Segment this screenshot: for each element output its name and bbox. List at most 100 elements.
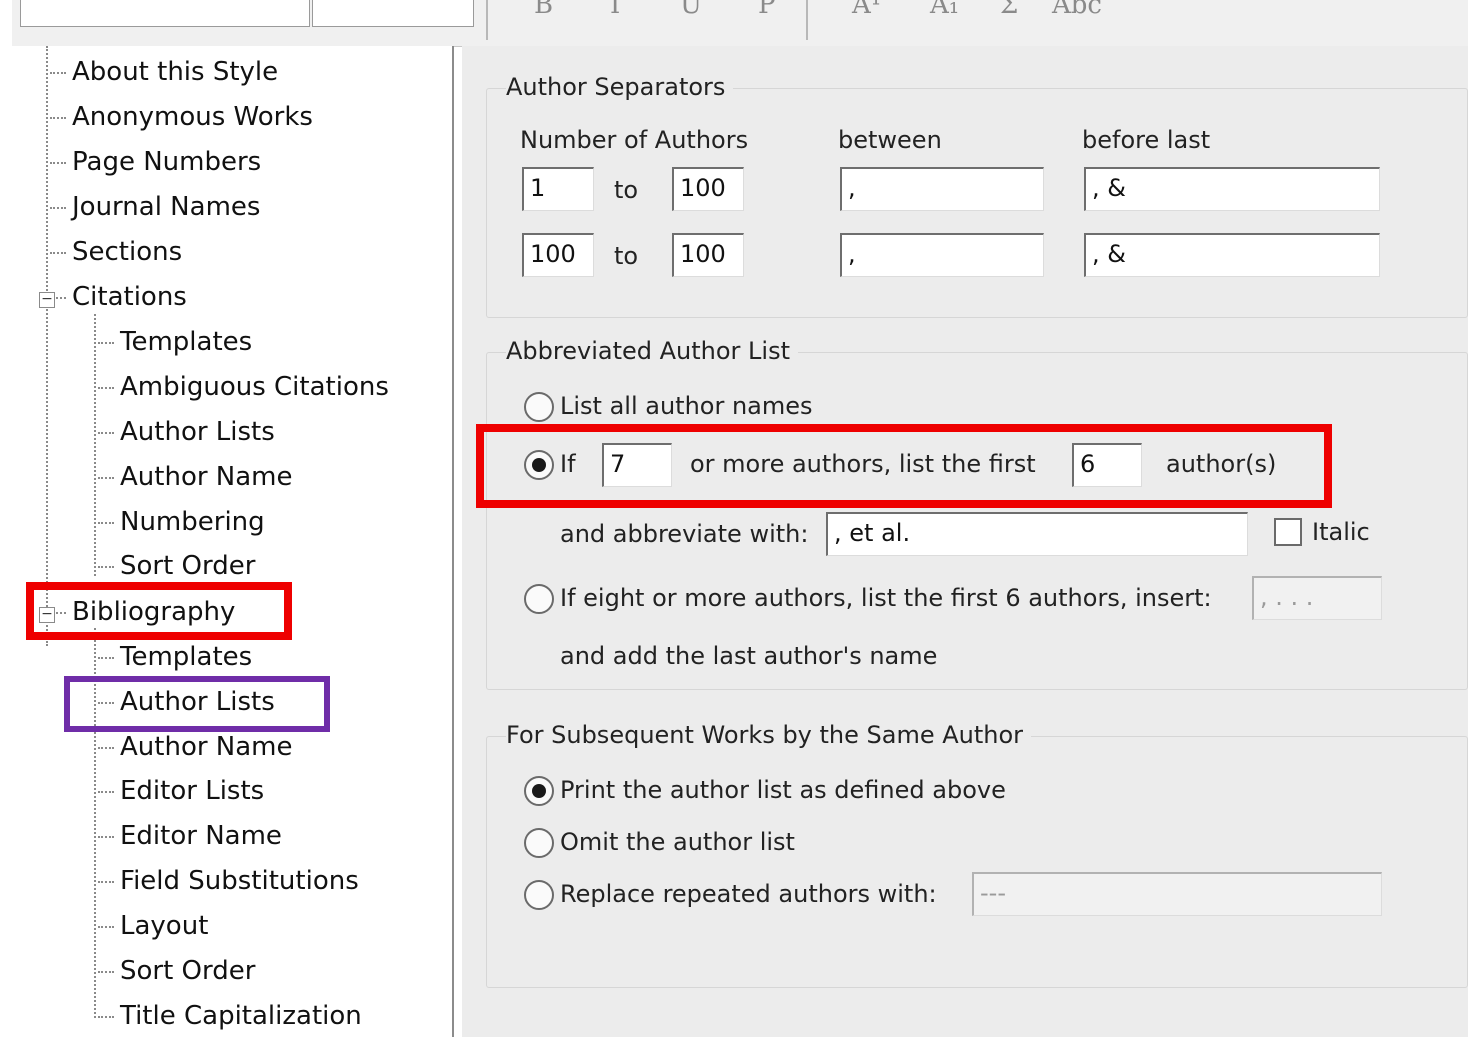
tree-item-bibliography-author-name[interactable]: Author Name: [98, 727, 293, 767]
tree-item-journal-names[interactable]: Journal Names: [50, 187, 260, 227]
tree-item-label: Author Name: [120, 732, 293, 762]
row1-from-input[interactable]: 1: [522, 167, 594, 211]
row1-before-last-input[interactable]: , &: [1084, 167, 1380, 211]
tree-connector: [98, 386, 114, 389]
tree-item-label: Anonymous Works: [72, 102, 313, 132]
tree-connector: [98, 1015, 114, 1018]
row2-before-last-input[interactable]: , &: [1084, 233, 1380, 277]
tree-item-label: About this Style: [72, 57, 279, 87]
author-separators-title: Author Separators: [506, 73, 734, 101]
underline-button[interactable]: U: [680, 0, 702, 20]
abbreviate-with-input[interactable]: , et al.: [826, 512, 1248, 556]
omit-author-list-label: Omit the author list: [560, 828, 795, 856]
insert-input[interactable]: , . . .: [1252, 576, 1382, 620]
tree-item-sections[interactable]: Sections: [50, 232, 182, 272]
add-last-author-label: and add the last author's name: [560, 642, 938, 670]
style-sections-tree: About this Style Anonymous Works Page Nu…: [12, 46, 454, 1037]
replace-authors-input[interactable]: ---: [972, 872, 1382, 916]
collapse-citations-icon[interactable]: −: [39, 292, 55, 308]
tree-rail: [94, 628, 96, 1018]
tree-connector: [56, 611, 66, 614]
tree-item-layout[interactable]: Layout: [98, 906, 208, 946]
tree-connector: [98, 790, 114, 793]
tree-connector: [98, 521, 114, 524]
tree-item-bibliography[interactable]: Bibliography: [56, 592, 235, 632]
before-last-header: before last: [1082, 126, 1211, 154]
tree-item-citations-templates[interactable]: Templates: [98, 322, 252, 362]
tree-item-label: Page Numbers: [72, 147, 262, 177]
tree-item-ambiguous-citations[interactable]: Ambiguous Citations: [98, 367, 389, 407]
tree-item-label: Author Lists: [120, 417, 275, 447]
size-select[interactable]: [312, 0, 474, 27]
tree-item-label: Ambiguous Citations: [120, 372, 389, 402]
tree-item-about-this-style[interactable]: About this Style: [50, 52, 278, 92]
tree-connector: [98, 701, 114, 704]
tree-item-label: Numbering: [120, 507, 265, 537]
collapse-bibliography-icon[interactable]: −: [39, 607, 55, 623]
eight-or-more-radio[interactable]: [524, 584, 554, 614]
tree-item-bibliography-sort-order[interactable]: Sort Order: [98, 951, 255, 991]
replace-authors-label: Replace repeated authors with:: [560, 880, 937, 908]
italic-checkbox[interactable]: [1274, 518, 1302, 546]
tree-connector: [56, 296, 66, 299]
italic-button[interactable]: I: [610, 0, 620, 20]
plain-case-button[interactable]: Abc: [1052, 0, 1102, 20]
tree-item-label: Citations: [72, 282, 187, 312]
subsequent-works-title: For Subsequent Works by the Same Author: [506, 721, 1032, 749]
tree-connector: [50, 251, 66, 254]
if-n-or-more-radio[interactable]: [524, 450, 554, 480]
format-toolbar: B I U P A¹ A₁ Σ Abc: [12, 0, 1468, 47]
authors-suffix-label: author(s): [1166, 450, 1277, 478]
tree-item-field-substitutions[interactable]: Field Substitutions: [98, 861, 359, 901]
tree-item-anonymous-works[interactable]: Anonymous Works: [50, 97, 313, 137]
tree-item-label: Templates: [120, 327, 253, 357]
tree-connector: [98, 880, 114, 883]
font-select[interactable]: [20, 0, 310, 27]
replace-authors-radio[interactable]: [524, 880, 554, 910]
tree-item-editor-name[interactable]: Editor Name: [98, 816, 282, 856]
tree-item-label: Author Name: [120, 462, 293, 492]
tree-connector: [98, 431, 114, 434]
if-label: If: [560, 450, 576, 478]
tree-connector: [98, 476, 114, 479]
row1-to-input[interactable]: 100: [672, 167, 744, 211]
row1-between-input[interactable]: ,: [840, 167, 1044, 211]
print-author-list-radio[interactable]: [524, 776, 554, 806]
tree-item-label: Editor Name: [120, 821, 282, 851]
tree-item-editor-lists[interactable]: Editor Lists: [98, 771, 264, 811]
plain-text-button[interactable]: P: [758, 0, 776, 20]
if-count-input[interactable]: 7: [602, 443, 672, 487]
tree-item-label: Author Lists: [120, 687, 275, 717]
tree-connector: [98, 925, 114, 928]
bold-button[interactable]: B: [534, 0, 553, 20]
tree-item-page-numbers[interactable]: Page Numbers: [50, 142, 261, 182]
number-of-authors-header: Number of Authors: [520, 126, 749, 154]
to-label: to: [614, 242, 639, 270]
tree-item-title-capitalization[interactable]: Title Capitalization: [98, 996, 362, 1036]
eight-or-more-label: If eight or more authors, list the first…: [560, 584, 1212, 612]
tree-item-numbering[interactable]: Numbering: [98, 502, 265, 542]
toolbar-divider: [806, 0, 808, 40]
tree-item-bibliography-templates[interactable]: Templates: [98, 637, 252, 677]
tree-item-citations-author-lists[interactable]: Author Lists: [98, 412, 275, 452]
row2-from-input[interactable]: 100: [522, 233, 594, 277]
between-header: between: [838, 126, 942, 154]
tree-item-bibliography-author-lists[interactable]: Author Lists: [98, 682, 275, 722]
tree-rail: [46, 46, 48, 646]
toolbar-divider: [486, 0, 488, 40]
first-count-input[interactable]: 6: [1072, 443, 1142, 487]
omit-author-list-radio[interactable]: [524, 828, 554, 858]
tree-connector: [98, 565, 114, 568]
tree-item-citations-sort-order[interactable]: Sort Order: [98, 546, 255, 586]
tree-item-citations-author-name[interactable]: Author Name: [98, 457, 293, 497]
list-all-radio[interactable]: [524, 392, 554, 422]
list-all-label: List all author names: [560, 392, 813, 420]
symbol-button[interactable]: Σ: [1000, 0, 1018, 20]
italic-label: Italic: [1312, 518, 1370, 546]
tree-item-label: Layout: [120, 911, 209, 941]
row2-between-input[interactable]: ,: [840, 233, 1044, 277]
tree-item-citations[interactable]: Citations: [56, 277, 187, 317]
row2-to-input[interactable]: 100: [672, 233, 744, 277]
subscript-button[interactable]: A₁: [930, 0, 959, 20]
superscript-button[interactable]: A¹: [852, 0, 881, 20]
